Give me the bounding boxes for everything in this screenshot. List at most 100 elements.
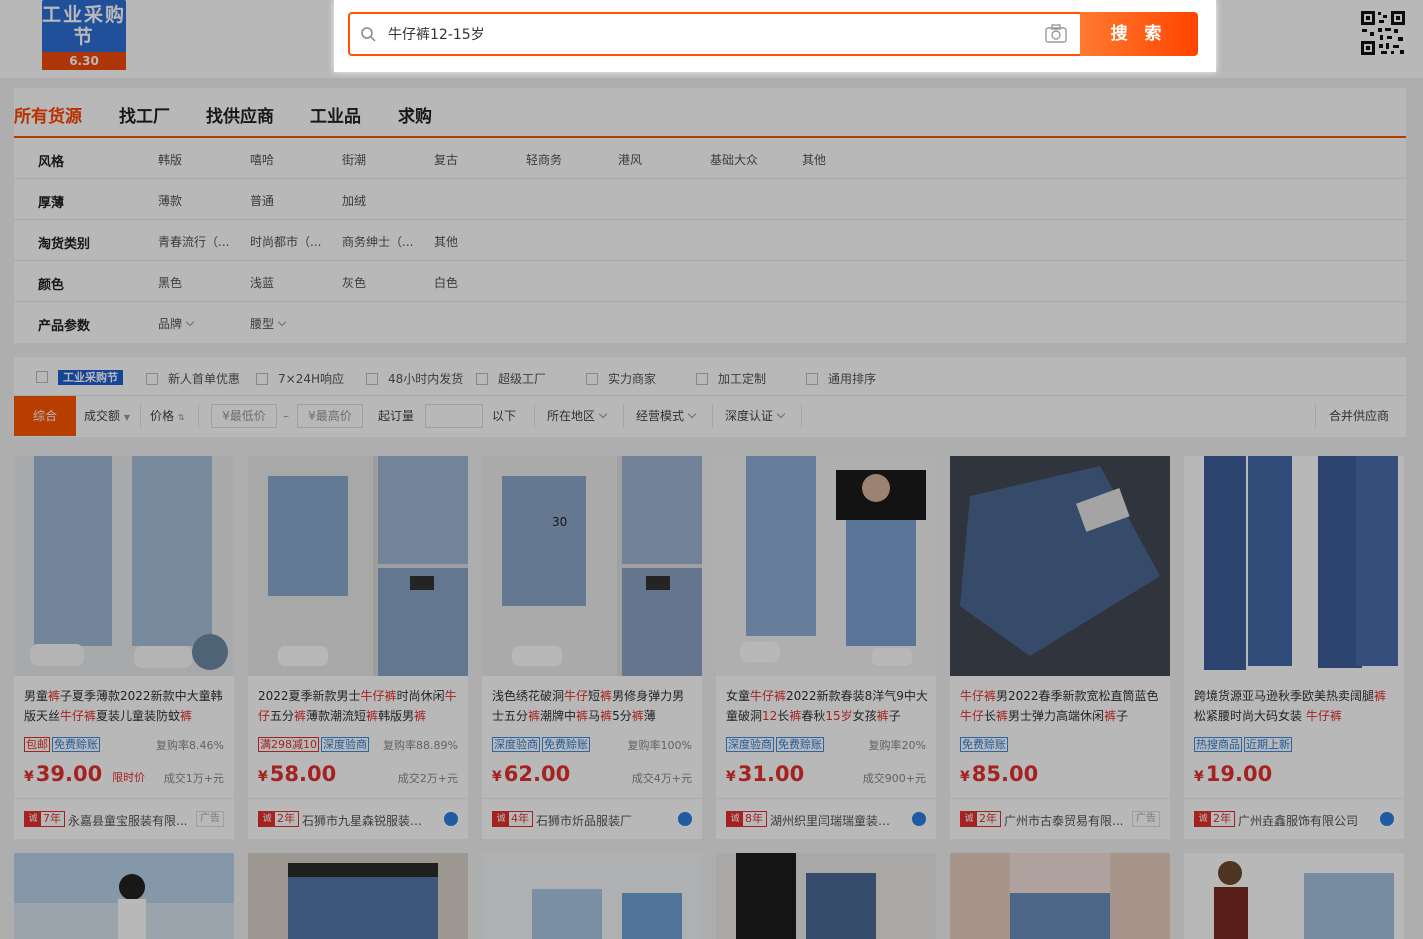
product-card[interactable] <box>14 853 234 939</box>
check-new-user[interactable]: 新人首单优惠 <box>146 370 240 387</box>
region-dropdown[interactable]: 所在地区 <box>547 396 608 436</box>
filter-option[interactable]: 复古 <box>434 151 458 168</box>
sort-price[interactable]: 价格 ⇅ <box>150 396 185 436</box>
product-image[interactable] <box>14 456 234 676</box>
product-card[interactable] <box>482 853 702 939</box>
product-image[interactable]: 30 <box>482 456 702 676</box>
shop-name[interactable]: 石狮市九星森锐服装商行 <box>302 812 430 829</box>
shop-info[interactable]: 诚 8年 湖州织里闫瑞瑞童装经... <box>716 798 936 839</box>
checkbox[interactable] <box>696 373 708 385</box>
product-card[interactable] <box>950 853 1170 939</box>
check-strong-merchant[interactable]: 实力商家 <box>586 370 656 387</box>
product-image[interactable] <box>716 853 936 939</box>
filter-option[interactable]: 街潮 <box>342 151 366 168</box>
product-title[interactable]: 2022夏季新款男士牛仔裤时尚休闲牛仔五分裤薄款潮流短裤韩版男裤 <box>258 686 460 726</box>
shop-info[interactable]: 诚 2年 广州市古泰贸易有限... 广告 <box>950 798 1170 839</box>
product-image[interactable] <box>950 456 1170 676</box>
tab-industrial[interactable]: 工业品 <box>310 102 361 127</box>
filter-option[interactable]: 薄款 <box>158 192 182 209</box>
chat-icon[interactable] <box>1380 812 1394 826</box>
product-image[interactable] <box>950 853 1170 939</box>
tab-find-factory[interactable]: 找工厂 <box>119 102 170 127</box>
shop-name[interactable]: 湖州织里闫瑞瑞童装经... <box>770 812 898 829</box>
chat-icon[interactable] <box>444 812 458 826</box>
mode-dropdown[interactable]: 经营模式 <box>636 396 697 436</box>
check-custom[interactable]: 加工定制 <box>696 370 766 387</box>
product-card[interactable]: 男童裤子夏季薄款2022新款中大童韩版天丝牛仔裤夏装儿童装防蚊裤 包邮 免费赊账 复购… <box>14 456 234 839</box>
moq-input[interactable] <box>425 404 483 428</box>
shop-info[interactable]: 诚 2年 石狮市九星森锐服装商行 <box>248 798 468 839</box>
checkbox[interactable] <box>146 373 158 385</box>
waist-dropdown[interactable]: 腰型 <box>250 315 287 332</box>
shop-info[interactable]: 诚 4年 石狮市炘品服装厂 <box>482 798 702 839</box>
checkbox[interactable] <box>366 373 378 385</box>
product-image[interactable] <box>248 456 468 676</box>
shop-info[interactable]: 诚 7年 永嘉县童宝服装有限... 广告 <box>14 798 234 839</box>
search-button-focused[interactable]: 搜 索 <box>1080 12 1198 56</box>
shop-name[interactable]: 永嘉县童宝服装有限... <box>68 812 196 829</box>
product-card[interactable]: 30 浅色绣花破洞牛仔短裤男修身弹力男士五分裤潮牌中裤马裤5分裤薄 深度验商 免费赊账… <box>482 456 702 839</box>
filter-option[interactable]: 轻商务 <box>526 151 562 168</box>
filter-option[interactable]: 其他 <box>434 233 458 250</box>
camera-icon[interactable] <box>1044 24 1068 44</box>
product-image[interactable] <box>1184 853 1404 939</box>
product-image[interactable] <box>248 853 468 939</box>
chat-icon[interactable] <box>678 812 692 826</box>
cert-dropdown[interactable]: 深度认证 <box>725 396 786 436</box>
product-card[interactable] <box>1184 853 1404 939</box>
search-input-focused[interactable] <box>388 22 1028 46</box>
check-super-factory[interactable]: 超级工厂 <box>476 370 546 387</box>
product-card[interactable] <box>716 853 936 939</box>
product-card[interactable]: 跨境货源亚马逊秋季欧美热卖阔腿裤松紧腰时尚大码女装 牛仔裤 热搜商品 近期上新 ¥19… <box>1184 456 1404 839</box>
filter-option[interactable]: 白色 <box>434 274 458 291</box>
filter-option[interactable]: 浅蓝 <box>250 274 274 291</box>
max-price-input[interactable]: ¥最高价 <box>297 404 363 428</box>
shop-name[interactable]: 广州市古泰贸易有限... <box>1004 812 1132 829</box>
product-card[interactable]: 女童牛仔裤2022新款春装8洋气9中大童破洞12长裤春秋15岁女孩裤子 深度验商免… <box>716 456 936 839</box>
merge-supplier-button[interactable]: 合并供应商 <box>1329 396 1389 436</box>
checkbox[interactable] <box>586 373 598 385</box>
chat-icon[interactable] <box>912 812 926 826</box>
shop-name[interactable]: 石狮市炘品服装厂 <box>536 812 664 829</box>
filter-option[interactable]: 韩版 <box>158 151 182 168</box>
product-title[interactable]: 跨境货源亚马逊秋季欧美热卖阔腿裤松紧腰时尚大码女装 牛仔裤 <box>1194 686 1396 726</box>
filter-option[interactable]: 其他 <box>802 151 826 168</box>
checkbox[interactable] <box>256 373 268 385</box>
check-24h[interactable]: 7×24H响应 <box>256 370 344 387</box>
min-price-input[interactable]: ¥最低价 <box>211 404 277 428</box>
shop-info[interactable]: 诚 2年 广州垚鑫服饰有限公司 <box>1184 798 1404 839</box>
product-card[interactable]: 牛仔裤男2022春季新款宽松直筒蓝色牛仔长裤男士弹力高端休闲裤子 免费赊账 ¥85.… <box>950 456 1170 839</box>
sort-sales[interactable]: 成交额 ▼ <box>84 396 130 436</box>
product-image[interactable] <box>716 456 936 676</box>
sort-comprehensive[interactable]: 综合 <box>14 396 76 436</box>
filter-option[interactable]: 基础大众 <box>710 151 758 168</box>
checkbox[interactable] <box>476 373 488 385</box>
filter-option[interactable]: 加绒 <box>342 192 366 209</box>
product-image[interactable] <box>482 853 702 939</box>
filter-option[interactable]: 时尚都市（... <box>250 233 321 250</box>
product-title[interactable]: 女童牛仔裤2022新款春装8洋气9中大童破洞12长裤春秋15岁女孩裤子 <box>726 686 928 726</box>
shop-name[interactable]: 广州垚鑫服饰有限公司 <box>1238 812 1366 829</box>
filter-option[interactable]: 青春流行（... <box>158 233 229 250</box>
product-title[interactable]: 牛仔裤男2022春季新款宽松直筒蓝色牛仔长裤男士弹力高端休闲裤子 <box>960 686 1162 726</box>
product-card[interactable]: 2022夏季新款男士牛仔裤时尚休闲牛仔五分裤薄款潮流短裤韩版男裤 满298减10 深… <box>248 456 468 839</box>
check-48h-ship[interactable]: 48小时内发货 <box>366 370 463 387</box>
filter-option[interactable]: 嘻哈 <box>250 151 274 168</box>
filter-option[interactable]: 港风 <box>618 151 642 168</box>
filter-option[interactable]: 黑色 <box>158 274 182 291</box>
qrcode-icon[interactable] <box>1360 10 1406 56</box>
tab-purchase-request[interactable]: 求购 <box>398 102 432 127</box>
tab-find-supplier[interactable]: 找供应商 <box>206 102 274 127</box>
product-image[interactable] <box>14 853 234 939</box>
event-logo[interactable]: 工业采购节 6.30 <box>42 0 126 72</box>
filter-option[interactable]: 普通 <box>250 192 274 209</box>
check-event[interactable]: 工业采购节 <box>36 370 123 385</box>
filter-option[interactable]: 灰色 <box>342 274 366 291</box>
check-general-sort[interactable]: 通用排序 <box>806 370 876 387</box>
brand-dropdown[interactable]: 品牌 <box>158 315 195 332</box>
checkbox[interactable] <box>806 373 818 385</box>
filter-option[interactable]: 商务绅士（... <box>342 233 413 250</box>
product-title[interactable]: 男童裤子夏季薄款2022新款中大童韩版天丝牛仔裤夏装儿童装防蚊裤 <box>24 686 226 726</box>
product-title[interactable]: 浅色绣花破洞牛仔短裤男修身弹力男士五分裤潮牌中裤马裤5分裤薄 <box>492 686 694 726</box>
tab-all-sources[interactable]: 所有货源 <box>14 102 82 127</box>
